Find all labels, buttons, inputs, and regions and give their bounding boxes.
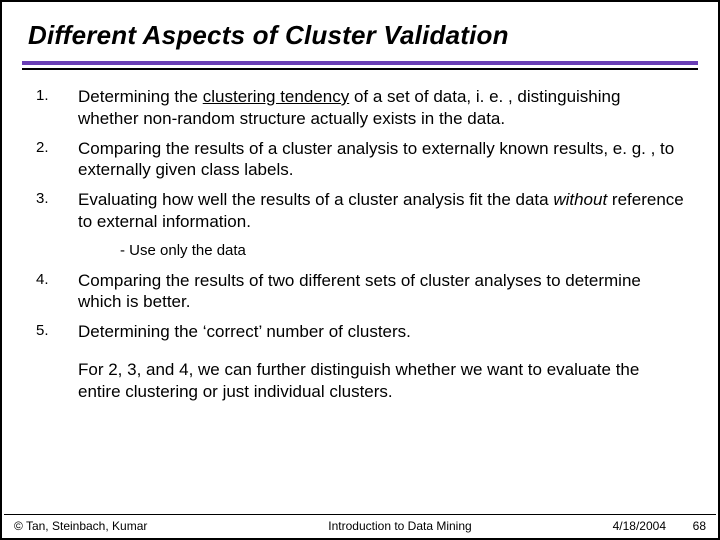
list-item: 5. Determining the ‘correct’ number of c… <box>36 321 684 343</box>
footer-page: 68 <box>666 519 706 533</box>
item-text: Determining the ‘correct’ number of clus… <box>78 321 684 343</box>
text-run: Evaluating how well the results of a clu… <box>78 190 553 209</box>
list-item: 1. Determining the clustering tendency o… <box>36 86 684 130</box>
item-number: 1. <box>36 86 78 105</box>
slide-title: Different Aspects of Cluster Validation <box>28 20 692 51</box>
item-number: 2. <box>36 138 78 157</box>
item-number: 4. <box>36 270 78 289</box>
title-rule <box>22 61 698 70</box>
item-text: Comparing the results of a cluster analy… <box>78 138 684 182</box>
slide: Different Aspects of Cluster Validation … <box>0 0 720 540</box>
list-item: 2. Comparing the results of a cluster an… <box>36 138 684 182</box>
item-number: 5. <box>36 321 78 340</box>
footer-copyright: © Tan, Steinbach, Kumar <box>14 519 224 533</box>
footer-center: Introduction to Data Mining <box>224 519 576 533</box>
slide-body: 1. Determining the clustering tendency o… <box>28 70 692 402</box>
underlined-term: clustering tendency <box>203 87 349 106</box>
sub-item: - Use only the data <box>120 241 684 260</box>
text-run: Determining the <box>78 87 203 106</box>
list-item: 3. Evaluating how well the results of a … <box>36 189 684 233</box>
numbered-list-cont: 4. Comparing the results of two differen… <box>36 270 684 343</box>
slide-footer: © Tan, Steinbach, Kumar Introduction to … <box>4 514 716 536</box>
closing-paragraph: For 2, 3, and 4, we can further distingu… <box>78 359 684 403</box>
item-text: Determining the clustering tendency of a… <box>78 86 684 130</box>
item-number: 3. <box>36 189 78 208</box>
numbered-list: 1. Determining the clustering tendency o… <box>36 86 684 233</box>
list-item: 4. Comparing the results of two differen… <box>36 270 684 314</box>
italic-term: without <box>553 190 607 209</box>
item-text: Evaluating how well the results of a clu… <box>78 189 684 233</box>
item-text: Comparing the results of two different s… <box>78 270 684 314</box>
footer-date: 4/18/2004 <box>576 519 666 533</box>
